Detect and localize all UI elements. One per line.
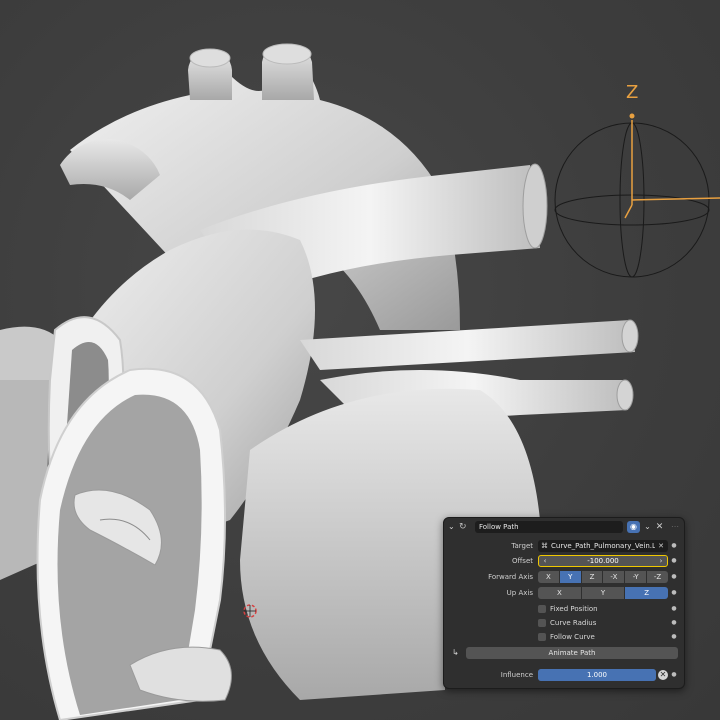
keyframe-dot-icon[interactable]: ● bbox=[671, 617, 677, 629]
up-axis-y[interactable]: Y bbox=[581, 587, 625, 599]
animate-path-row: ↳ Animate Path bbox=[444, 647, 684, 659]
keyframe-dot-icon[interactable]: ● bbox=[671, 587, 677, 599]
up-axis-x[interactable]: X bbox=[538, 587, 581, 599]
forward-axis-neg-z[interactable]: -Z bbox=[647, 571, 668, 583]
keyframe-dot-icon[interactable]: ● bbox=[671, 540, 677, 552]
offset-value: -100.000 bbox=[587, 557, 619, 565]
increment-arrow-icon[interactable]: › bbox=[657, 555, 665, 567]
clear-target-icon[interactable]: ✕ bbox=[657, 540, 665, 552]
forward-axis-neg-y[interactable]: -Y bbox=[625, 571, 647, 583]
forward-axis-neg-x[interactable]: -X bbox=[603, 571, 625, 583]
curve-object-icon: ⌘ bbox=[541, 542, 548, 550]
forward-axis-row: Forward Axis X Y Z -X -Y -Z ● bbox=[444, 571, 684, 583]
constraint-panel: ⌄ ↻ Follow Path ◉ ⌄ ✕ ⋯ Target ⌘ Curve_P… bbox=[443, 517, 685, 689]
keyframe-dot-icon[interactable]: ● bbox=[671, 603, 677, 615]
gizmo-z-label: Z bbox=[626, 82, 639, 103]
fixed-position-checkbox[interactable] bbox=[538, 605, 546, 613]
object-gizmo bbox=[554, 113, 720, 278]
curve-radius-row: Curve Radius ● bbox=[444, 617, 684, 629]
influence-value: 1.000 bbox=[586, 671, 608, 679]
visibility-eye-icon[interactable]: ◉ bbox=[627, 521, 640, 533]
target-label: Target bbox=[511, 542, 533, 550]
animate-path-icon: ↳ bbox=[452, 648, 459, 657]
forward-axis-y[interactable]: Y bbox=[559, 571, 581, 583]
influence-label: Influence bbox=[500, 671, 533, 679]
influence-slider[interactable]: 1.000 bbox=[538, 669, 656, 681]
offset-label: Offset bbox=[511, 557, 533, 565]
animate-path-button[interactable]: Animate Path bbox=[466, 647, 678, 659]
fixed-position-label: Fixed Position bbox=[550, 605, 598, 613]
up-axis-label: Up Axis bbox=[506, 589, 533, 597]
target-row: Target ⌘ Curve_Path_Pulmonary_Vein.L ✕ ● bbox=[444, 540, 684, 552]
follow-curve-checkbox[interactable] bbox=[538, 633, 546, 641]
keyframe-dot-icon[interactable]: ● bbox=[671, 631, 677, 643]
follow-curve-label: Follow Curve bbox=[550, 633, 595, 641]
constraint-menu-chevron-icon[interactable]: ⌄ bbox=[643, 521, 652, 533]
forward-axis-z[interactable]: Z bbox=[581, 571, 603, 583]
up-axis-z[interactable]: Z bbox=[625, 587, 669, 599]
up-axis-row: Up Axis X Y Z ● bbox=[444, 587, 684, 599]
drag-handle-icon[interactable]: ⋯ bbox=[670, 521, 680, 533]
keyframe-dot-icon[interactable]: ● bbox=[671, 555, 677, 567]
up-axis-selector: X Y Z bbox=[538, 587, 669, 599]
offset-field[interactable]: ‹ -100.000 › bbox=[538, 555, 668, 567]
fixed-position-row: Fixed Position ● bbox=[444, 603, 684, 615]
offset-row: Offset ‹ -100.000 › ● bbox=[444, 555, 684, 567]
collapse-chevron-icon[interactable]: ⌄ bbox=[448, 521, 458, 533]
influence-row: Influence 1.000 ✕ ● bbox=[444, 669, 684, 681]
forward-axis-selector: X Y Z -X -Y -Z bbox=[538, 571, 668, 583]
keyframe-dot-icon[interactable]: ● bbox=[671, 571, 677, 583]
target-value: Curve_Path_Pulmonary_Vein.L bbox=[551, 542, 655, 550]
disable-keep-temp-icon[interactable]: ✕ bbox=[658, 670, 668, 680]
curve-radius-label: Curve Radius bbox=[550, 619, 597, 627]
keyframe-dot-icon[interactable]: ● bbox=[671, 669, 677, 681]
delete-constraint-icon[interactable]: ✕ bbox=[655, 521, 664, 533]
forward-axis-label: Forward Axis bbox=[488, 573, 533, 581]
constraint-header: ⌄ ↻ Follow Path ◉ ⌄ ✕ ⋯ bbox=[444, 521, 684, 533]
target-field[interactable]: ⌘ Curve_Path_Pulmonary_Vein.L ✕ bbox=[538, 540, 668, 552]
curve-radius-checkbox[interactable] bbox=[538, 619, 546, 627]
forward-axis-x[interactable]: X bbox=[538, 571, 559, 583]
constraint-name-field[interactable]: Follow Path bbox=[475, 521, 623, 533]
follow-path-constraint-icon: ↻ bbox=[459, 522, 467, 532]
follow-curve-row: Follow Curve ● bbox=[444, 631, 684, 643]
